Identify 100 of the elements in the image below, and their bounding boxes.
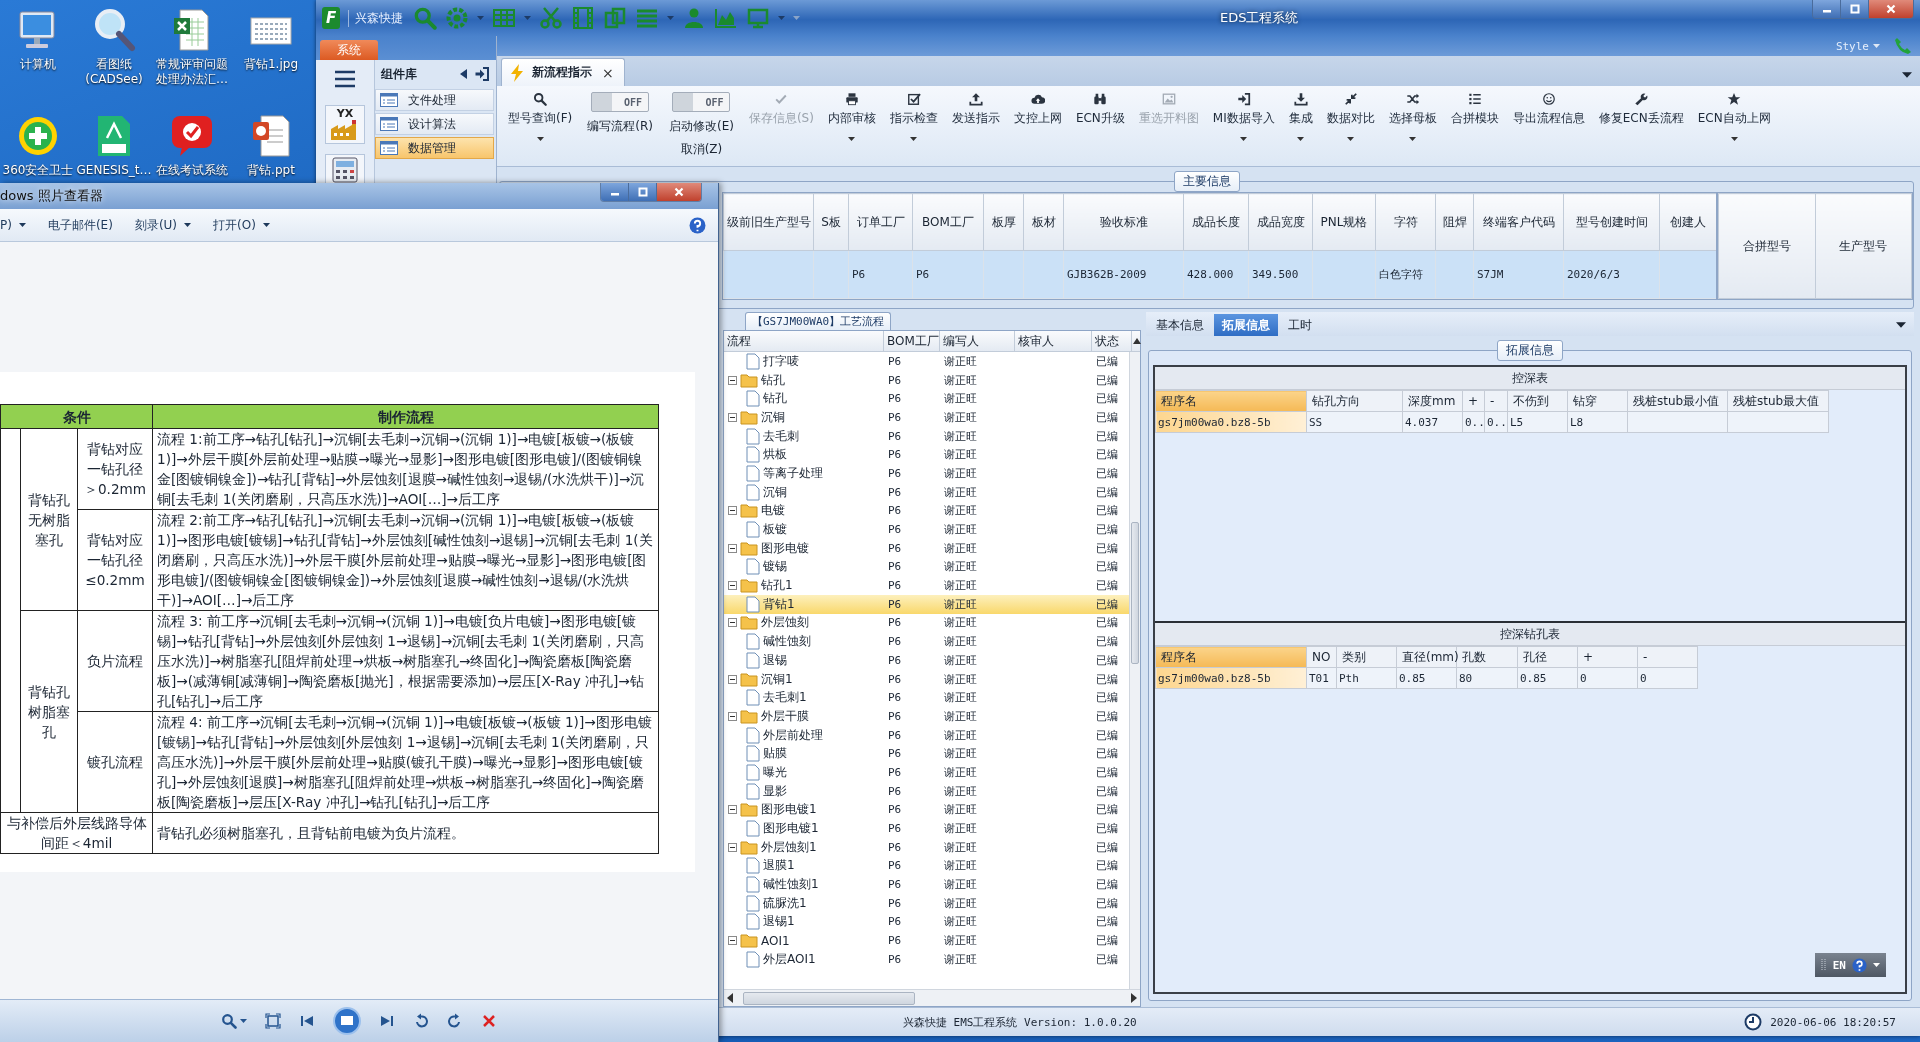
close-button[interactable] xyxy=(657,183,701,201)
column-header[interactable]: 终端客户代码 xyxy=(1473,193,1564,251)
table-row[interactable]: P6 P6 GJB362B-2009 428.000 349.500 白色字符 S7JM 2020/6/3 xyxy=(723,250,1717,299)
tree-row[interactable]: 碱性蚀刻1 P6 谢正旺 已编 xyxy=(724,875,1130,894)
desktop-shortcut[interactable]: 在线考试系统 xyxy=(152,110,232,178)
expander-icon[interactable] xyxy=(728,842,737,852)
column-header[interactable]: 状态 xyxy=(1092,331,1132,351)
nav-button[interactable] xyxy=(325,154,365,186)
toggle-switch[interactable]: OFF xyxy=(591,92,650,112)
menu-item[interactable]: 电子邮件(E) xyxy=(47,216,113,234)
expander-icon[interactable] xyxy=(728,375,737,385)
column-header[interactable]: 流程 xyxy=(724,331,884,351)
expander-icon[interactable] xyxy=(728,412,737,422)
maximize-button[interactable] xyxy=(1841,0,1869,18)
ribbon-button[interactable]: 发送指示 xyxy=(944,90,1007,156)
tree-row[interactable]: 图形电镀1 P6 谢正旺 已编 xyxy=(724,800,1130,820)
column-header[interactable]: NO xyxy=(1306,646,1337,668)
expander-icon[interactable] xyxy=(728,618,737,628)
desktop-shortcut[interactable]: 计算机 xyxy=(0,4,76,72)
tree-row[interactable]: AOI1 P6 谢正旺 已编 xyxy=(724,931,1130,950)
desktop-shortcut[interactable]: 常规评审问题处理办法汇… xyxy=(152,4,232,87)
column-header[interactable]: 类别 xyxy=(1336,646,1397,668)
help-icon[interactable] xyxy=(689,216,706,234)
ribbon-button[interactable]: 内部审核 xyxy=(820,90,883,156)
scroll-left-icon[interactable] xyxy=(727,993,733,1003)
ribbon-button[interactable]: 修复ECN丢流程 xyxy=(1591,90,1691,156)
scrollbar-thumb[interactable] xyxy=(1131,522,1139,664)
column-header[interactable]: 孔径 xyxy=(1517,646,1578,668)
tree-row[interactable]: 板镀 P6 谢正旺 已编 xyxy=(724,520,1130,539)
column-header[interactable]: 核审人 xyxy=(1015,331,1092,351)
tree-row[interactable]: 钻孔 P6 谢正旺 已编 xyxy=(724,370,1130,390)
column-header[interactable]: + xyxy=(1577,646,1638,668)
nav-button[interactable]: YX xyxy=(325,105,365,144)
tree-row[interactable]: 等离子处理 P6 谢正旺 已编 xyxy=(724,464,1130,483)
column-header[interactable]: 验收标准 xyxy=(1063,193,1184,251)
tab[interactable]: 基本信息 xyxy=(1148,314,1212,336)
tree-row[interactable]: 电镀 P6 谢正旺 已编 xyxy=(724,501,1130,521)
tree-row[interactable]: 图形电镀1 P6 谢正旺 已编 xyxy=(724,819,1130,838)
close-button[interactable] xyxy=(1869,0,1913,18)
tree-row[interactable]: 退锡1 P6 谢正旺 已编 xyxy=(724,912,1130,932)
tree-row[interactable]: 外层蚀刻1 P6 谢正旺 已编 xyxy=(724,837,1130,857)
column-header[interactable]: PNL规格 xyxy=(1312,193,1376,251)
tree-row[interactable]: 镀锡 P6 谢正旺 已编 xyxy=(724,557,1130,577)
ribbon-button[interactable]: 导出流程信息 xyxy=(1505,90,1592,156)
ribbon-button[interactable]: 指示检查 xyxy=(882,90,945,156)
column-header[interactable]: - xyxy=(1484,390,1508,412)
column-header[interactable]: 程序名 xyxy=(1155,646,1307,668)
tree-row[interactable]: 外层干膜 P6 谢正旺 已编 xyxy=(724,707,1130,726)
component-item[interactable]: 设计算法 xyxy=(375,113,494,135)
tab[interactable]: 工时 xyxy=(1280,314,1320,336)
ribbon-button[interactable]: 数据对比 xyxy=(1319,90,1382,156)
column-header[interactable]: 生产型号 xyxy=(1815,193,1911,299)
desktop-shortcut[interactable]: 背钻1.jpg xyxy=(232,4,310,72)
column-header[interactable]: 残桩stub最小值 xyxy=(1627,390,1728,412)
next-button[interactable] xyxy=(379,1013,395,1029)
rotate-left-button[interactable] xyxy=(413,1013,429,1029)
tree-row[interactable]: 退锡 P6 谢正旺 已编 xyxy=(724,651,1130,670)
tab-close-button[interactable]: × xyxy=(600,64,616,81)
column-header[interactable]: 型号创建时间 xyxy=(1563,193,1660,251)
tree-row[interactable]: 硫脲洗1 P6 谢正旺 已编 xyxy=(724,893,1130,913)
toggle-switch[interactable]: OFF xyxy=(672,92,731,112)
tree-row[interactable]: 外层前处理 P6 谢正旺 已编 xyxy=(724,725,1130,745)
rotate-right-button[interactable] xyxy=(447,1013,463,1029)
zoom-button[interactable] xyxy=(221,1013,247,1029)
column-header[interactable]: 直径(mm) xyxy=(1396,646,1457,668)
minimize-button[interactable] xyxy=(1813,0,1841,18)
tree-row[interactable]: 碱性蚀刻 P6 谢正旺 已编 xyxy=(724,632,1130,651)
tree-row[interactable]: 退膜1 P6 谢正旺 已编 xyxy=(724,856,1130,876)
column-header[interactable]: 阻焊 xyxy=(1435,193,1474,251)
document-tab[interactable]: 新流程指示 × xyxy=(501,58,625,86)
expander-icon[interactable] xyxy=(728,936,737,946)
column-header[interactable]: 板厚 xyxy=(983,193,1024,251)
ribbon-button[interactable]: ECN自动上网 xyxy=(1690,90,1778,156)
tree-row[interactable]: 外层AOI1 P6 谢正旺 已编 xyxy=(724,950,1130,969)
menu-item[interactable]: 刻录(U) xyxy=(134,216,192,234)
column-header[interactable]: 字符 xyxy=(1375,193,1436,251)
column-header[interactable]: 订单工厂 xyxy=(848,193,913,251)
column-header[interactable]: 残桩stub最大值 xyxy=(1727,390,1829,412)
column-header[interactable]: S板 xyxy=(813,193,849,251)
column-header[interactable]: - xyxy=(1637,646,1698,668)
column-header[interactable]: + xyxy=(1462,390,1485,412)
tree-row[interactable]: 烘板 P6 谢正旺 已编 xyxy=(724,445,1130,465)
menu-item[interactable]: 打开(O) xyxy=(213,216,270,234)
expander-icon[interactable] xyxy=(728,581,737,591)
column-header[interactable]: 创建人 xyxy=(1659,193,1717,251)
column-header[interactable]: BOM工厂 xyxy=(884,331,940,351)
column-header[interactable]: 钻穿 xyxy=(1567,390,1628,412)
slideshow-button[interactable] xyxy=(333,1007,361,1035)
dropdown-icon[interactable] xyxy=(1896,322,1906,328)
ribbon-button[interactable]: ECN升级 xyxy=(1068,90,1132,156)
desktop-shortcut[interactable]: 背钻.ppt xyxy=(232,110,310,178)
ribbon-button[interactable]: 集成 xyxy=(1281,90,1320,156)
tab[interactable]: 拓展信息 xyxy=(1214,314,1278,336)
expander-icon[interactable] xyxy=(728,711,737,721)
column-header[interactable]: 板材 xyxy=(1023,193,1064,251)
ribbon-button[interactable]: MI数据导入 xyxy=(1205,90,1282,156)
tree-row[interactable]: 背钻1 P6 谢正旺 已编 xyxy=(724,594,1130,614)
expander-icon[interactable] xyxy=(728,506,737,516)
ribbon-button[interactable]: 选择母板 xyxy=(1381,90,1444,156)
column-header[interactable]: BOM工厂 xyxy=(912,193,984,251)
